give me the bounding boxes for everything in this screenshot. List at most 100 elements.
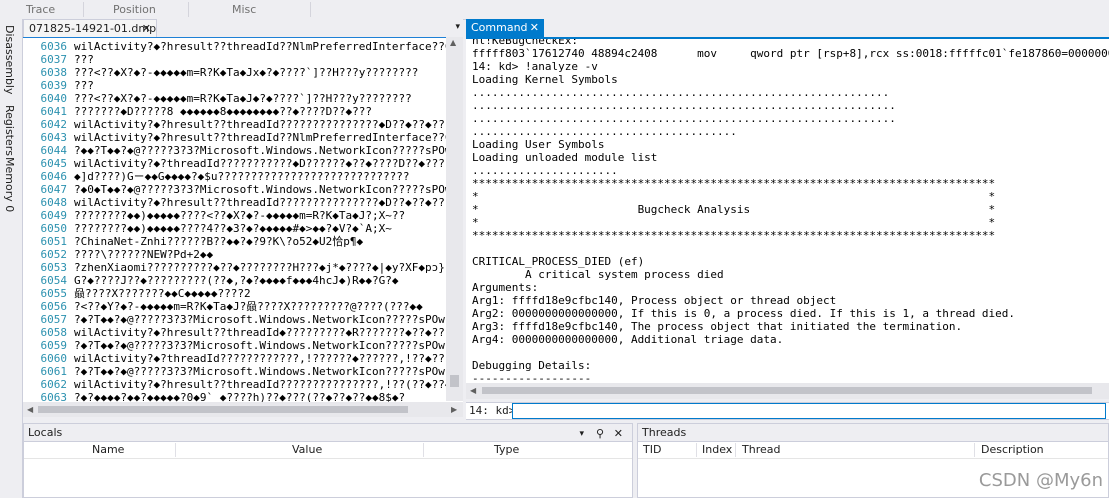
column-separator[interactable] <box>175 443 176 457</box>
line-number: 6047 <box>40 183 68 196</box>
threads-title-bar: Threads <box>638 424 1108 442</box>
output-line: ****************************************… <box>472 177 996 190</box>
scroll-thumb[interactable] <box>450 375 459 387</box>
side-tab-strip: Disassembly Registers Memory 0 <box>0 19 23 498</box>
trace-column-label: Trace <box>26 3 56 16</box>
scroll-left-icon[interactable]: ◀ <box>470 383 476 398</box>
line-text: ???<??◆X?◆?-◆◆◆◆◆m=R?K◆Ta◆Jx◆?◆????`]??H… <box>74 66 419 79</box>
line-number: 6061 <box>40 365 68 378</box>
command-output[interactable]: nt!KeBugCheckEx: fffff803`17612740 48894c… <box>466 37 1109 384</box>
threads-column-description[interactable]: Description <box>981 442 1044 458</box>
scroll-right-icon[interactable]: ▶ <box>451 402 457 417</box>
line-number: 6038 <box>40 66 68 79</box>
line-text: ?ChinaNet-Znhi??????B??◆◆?◆?9?K\?o52◆U2恰… <box>74 235 364 248</box>
line-text: wilActivity?◆?hresult??threadId??NlmPref… <box>74 40 463 53</box>
line-number: 6043 <box>40 131 68 144</box>
scroll-up-icon[interactable]: ▲ <box>450 35 456 50</box>
line-text: wilActivity?◆?threadId???????????◆D?????… <box>74 157 445 170</box>
line-number: 6039 <box>40 79 68 92</box>
locals-header-row: Name Value Type <box>24 442 632 459</box>
line-text: ???<??◆X?◆?-◆◆◆◆◆m=R?K◆Ta◆J◆?◆????`]??H?… <box>74 92 412 105</box>
output-line: Loading unloaded module list <box>472 151 658 164</box>
line-text: 赑????X???????◆◆C◆◆◆◆◆????2 <box>74 287 251 300</box>
locals-column-value[interactable]: Value <box>292 442 322 458</box>
close-icon[interactable]: ✕ <box>142 20 151 38</box>
left-vertical-scrollbar[interactable]: ▲ <box>446 37 463 401</box>
column-separator[interactable] <box>423 443 424 457</box>
column-separator <box>188 2 189 17</box>
scroll-left-icon[interactable]: ◀ <box>27 402 33 417</box>
side-tab-registers[interactable]: Registers <box>3 105 16 156</box>
output-line: ........................................… <box>472 112 896 125</box>
line-text: ?◆0◆T◆◆?◆@?????3?3?Microsoft.Windows.Net… <box>74 183 452 196</box>
locals-panel: Locals ▾ ⚲ ✕ Name Value Type <box>23 423 633 498</box>
line-text: wilActivity?◆?threadId????????????,!????… <box>74 352 452 365</box>
line-number: 6048 <box>40 196 68 209</box>
line-text: ????\??????NEW?Pd+2◆◆ <box>74 248 214 261</box>
threads-column-thread[interactable]: Thread <box>742 442 780 458</box>
line-number: 6053 <box>40 261 68 274</box>
output-line: A critical system process died <box>472 268 724 281</box>
close-icon[interactable]: ✕ <box>614 425 623 442</box>
column-separator[interactable] <box>974 443 975 457</box>
tab-dump-file[interactable]: 071825-14921-01.dmp ✕ <box>23 19 157 37</box>
line-number: 6042 <box>40 118 68 131</box>
line-number: 6049 <box>40 209 68 222</box>
line-number: 6051 <box>40 235 68 248</box>
line-number: 6045 <box>40 157 68 170</box>
line-number: 6060 <box>40 352 68 365</box>
line-text: ?◆?T◆◆?◆@?????3?3?Microsoft.Windows.Netw… <box>74 313 445 326</box>
line-text: wilActivity?◆?hresult??threadId?????????… <box>74 378 459 391</box>
line-number: 6041 <box>40 105 68 118</box>
command-prompt: 14: kd> <box>469 404 516 417</box>
output-line: * Bugcheck Analysis * <box>472 203 996 216</box>
output-line: ........................................ <box>472 125 737 138</box>
line-text: ???????◆D?????8 ◆◆◆◆◆◆8◆◆◆◆◆◆◆◆??◆????D?… <box>74 105 373 118</box>
line-text: ?◆?T◆◆?◆@?????3?3?Microsoft.Windows.Netw… <box>74 365 445 378</box>
threads-column-index[interactable]: Index <box>702 442 732 458</box>
output-line: 14: kd> !analyze -v <box>472 60 598 73</box>
left-tab-strip: 071825-14921-01.dmp ✕ ▾ <box>23 19 463 37</box>
column-separator[interactable] <box>696 443 697 457</box>
line-text: wilActivity?◆?hresult??threadId??NlmPref… <box>74 131 463 144</box>
locals-column-name[interactable]: Name <box>92 442 124 458</box>
command-input[interactable] <box>512 403 1106 419</box>
side-tab-disassembly[interactable]: Disassembly <box>3 25 16 95</box>
line-number: 6044 <box>40 144 68 157</box>
side-tab-memory[interactable]: Memory 0 <box>3 157 16 212</box>
line-text: ??? <box>74 79 94 92</box>
output-line: nt!KeBugCheckEx: <box>472 37 578 47</box>
line-number: 6037 <box>40 53 68 66</box>
scroll-thumb[interactable] <box>482 387 1092 394</box>
scroll-thumb[interactable] <box>38 406 408 413</box>
threads-column-tid[interactable]: TID <box>643 442 661 458</box>
output-line: Loading Kernel Symbols <box>472 73 618 86</box>
line-text: wilActivity?◆?hresult??threadId◆????????… <box>74 326 463 339</box>
right-horizontal-scrollbar[interactable]: ◀ <box>466 383 1109 399</box>
tab-dump-file-label: 071825-14921-01.dmp <box>29 22 157 35</box>
chevron-down-icon[interactable]: ▾ <box>579 426 584 443</box>
line-number: 6050 <box>40 222 68 235</box>
pin-icon[interactable]: ⚲ <box>596 425 604 442</box>
column-separator[interactable] <box>735 443 736 457</box>
chevron-down-icon[interactable]: ▾ <box>455 22 460 32</box>
memory-dump-view[interactable]: 6036 wilActivity?◆?hresult??threadId??Nlm… <box>23 37 463 402</box>
output-line: Arg4: 0000000000000000, Additional triag… <box>472 333 784 346</box>
misc-column-label: Misc <box>232 3 257 16</box>
close-icon[interactable]: ✕ <box>530 19 539 37</box>
output-line: * * <box>472 190 996 203</box>
output-line: Loading User Symbols <box>472 138 605 151</box>
line-text: wilActivity?◆?hresult??threadId?????????… <box>74 118 452 131</box>
command-input-row: 14: kd> <box>466 402 1109 420</box>
tab-command[interactable]: Command ✕ <box>466 19 544 37</box>
line-number: 6057 <box>40 313 68 326</box>
line-number: 6063 <box>40 391 68 402</box>
line-text: ◆]d????)Gㄧ◆◆G◆◆◆◆?◆$u???????????????????… <box>74 170 410 183</box>
output-line: Arg3: ffffd18e9cfbc140, The process obje… <box>472 320 963 333</box>
locals-column-type[interactable]: Type <box>494 442 519 458</box>
line-number: 6054 <box>40 274 68 287</box>
left-horizontal-scrollbar[interactable]: ◀ ▶ <box>23 402 463 417</box>
line-text: ?◆?T◆◆?◆@?????3?3?Microsoft.Windows.Netw… <box>74 339 445 352</box>
threads-title: Threads <box>642 426 687 439</box>
output-line: * * <box>472 216 996 229</box>
